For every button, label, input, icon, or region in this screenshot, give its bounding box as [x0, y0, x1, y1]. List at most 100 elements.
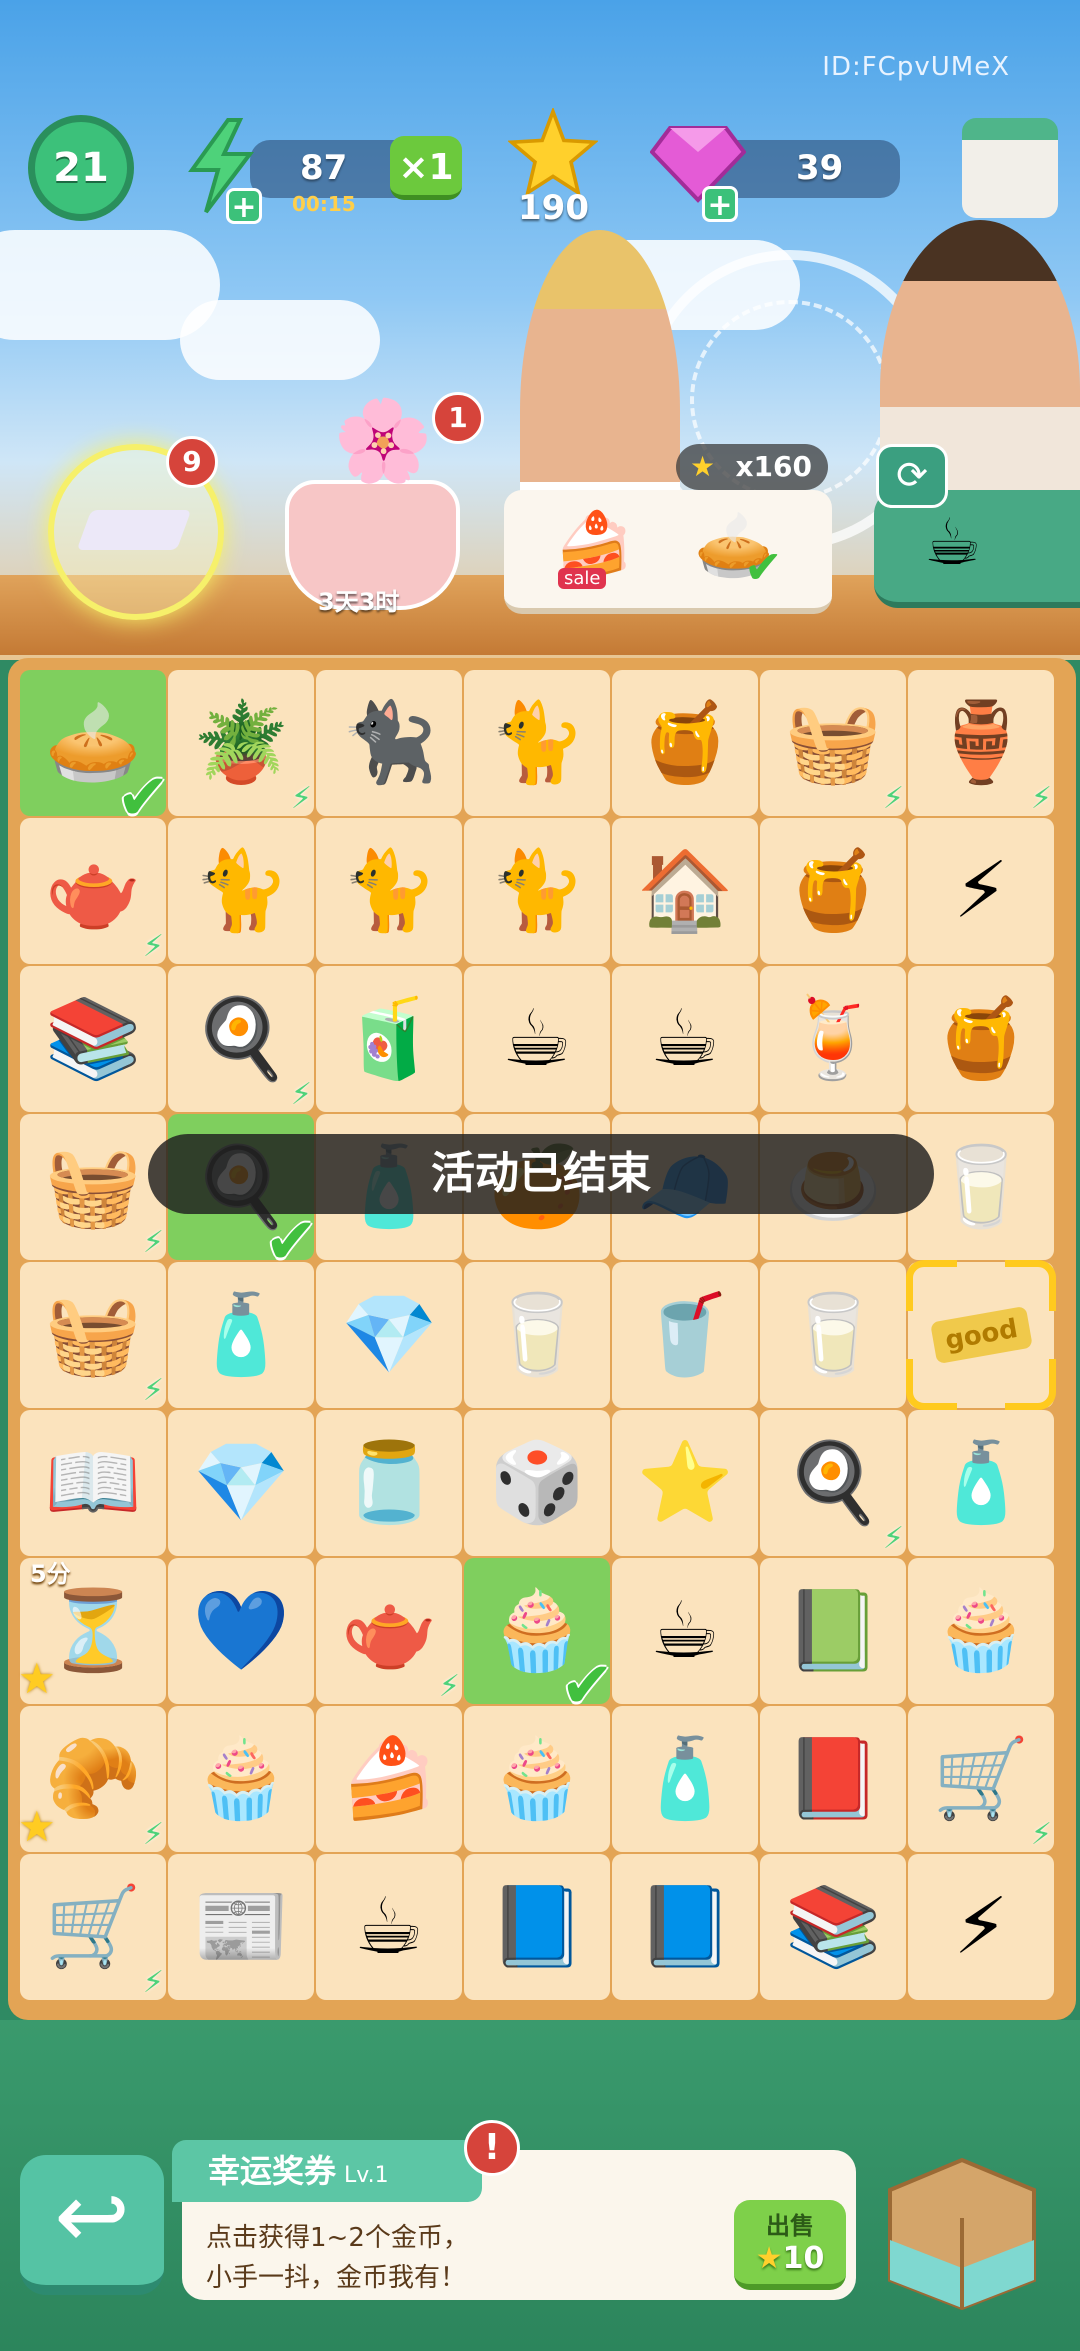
sell-button[interactable]: 出售 ★10	[734, 2200, 846, 2290]
board-cell-tabby-cat[interactable]: 🐈	[464, 670, 610, 816]
refresh-button[interactable]: ⟳	[876, 444, 948, 508]
board-cell-green-stove[interactable]: 🍳 ⚡	[168, 966, 314, 1112]
board-cell-green-toaster[interactable]: 🧃	[316, 966, 462, 1112]
add-energy-button[interactable]: +	[226, 188, 262, 225]
board-cell-cat-shelf[interactable]: 🧺 ⚡	[20, 1114, 166, 1260]
board-cell-energy-bolt[interactable]: ⚡	[908, 818, 1054, 964]
board-cell-picture-book[interactable]: 📗	[760, 1558, 906, 1704]
board-cell-bee-house[interactable]: 🏠	[612, 818, 758, 964]
pink-cupcake-icon: 🧁	[192, 1734, 290, 1824]
board-cell-takeaway-coffee[interactable]: ☕	[316, 1854, 462, 2000]
board-cell-matcha-cupcake[interactable]: 🧁	[908, 1558, 1054, 1704]
board-cell-coffee-cup[interactable]: ☕	[612, 1558, 758, 1704]
coffee-cup-icon: ☕	[650, 1586, 720, 1676]
add-gems-button[interactable]: +	[702, 186, 738, 223]
board-cell-book-cart-2[interactable]: 🛒 ⚡	[20, 1854, 166, 2000]
board-cell-blue-book-2[interactable]: 📘	[612, 1854, 758, 2000]
board-cell-fruit-basket[interactable]: 🧺 ⚡	[760, 670, 906, 816]
gem-value: 39	[796, 148, 844, 188]
picture-book-icon: 📗	[784, 1586, 882, 1676]
order-panel[interactable]: 🍰 sale 🥧 ✔	[504, 490, 832, 614]
blue-bag-icon: 💙	[192, 1586, 290, 1676]
paper-cup-icon: 🥤	[636, 1290, 734, 1380]
generator-bolt-icon: ⚡	[882, 1521, 904, 1556]
board-cell-calico-cat[interactable]: 🐈	[464, 818, 610, 964]
honeycomb-2-icon: 🍯	[932, 994, 1030, 1084]
board-cell-paper-cup[interactable]: 🥤	[612, 1262, 758, 1408]
star-icon: ★	[690, 450, 716, 483]
board-cell-tea-tray[interactable]: 🫖 ⚡	[20, 818, 166, 964]
shop-button[interactable]	[962, 118, 1058, 218]
board-cell-blue-bag[interactable]: 💙	[168, 1558, 314, 1704]
board-cell-cat-bed[interactable]: 🏺 ⚡	[908, 670, 1054, 816]
board-cell-milk-carton[interactable]: 🥛	[464, 1262, 610, 1408]
board-cell-blue-book[interactable]: 📘	[464, 1854, 610, 2000]
board-cell-green-oven[interactable]: 🍳 ⚡	[760, 1410, 906, 1556]
desc-line-2: 小手一抖，金币我有！	[206, 2263, 467, 2293]
popup-book-icon: 📖	[44, 1438, 142, 1528]
board-cell-book-cart[interactable]: 🛒 ⚡	[908, 1706, 1054, 1852]
board-cell-cake-slice[interactable]: 🍰	[316, 1706, 462, 1852]
board-cell-cherry-cupcake[interactable]: 🧁 ✔	[464, 1558, 614, 1718]
book-cart-icon: 🛒	[932, 1734, 1030, 1824]
board-cell-pink-cupcake[interactable]: 🧁	[168, 1706, 314, 1852]
inventory-box-button[interactable]	[880, 2140, 1044, 2310]
board-cell-tea-set[interactable]: 🫖 ⚡	[316, 1558, 462, 1704]
board-cell-energy-pile[interactable]: ⚡	[908, 1854, 1054, 2000]
green-stove-icon: 🍳	[192, 994, 290, 1084]
honey-jar-icon: 🍯	[784, 846, 882, 936]
generator-bolt-icon: ⚡	[290, 781, 312, 816]
board-cell-potted-plant[interactable]: 🪴 ⚡	[168, 670, 314, 816]
board-cell-veggie-basket[interactable]: 🧺 ⚡	[20, 1262, 166, 1408]
board-cell-tea-cup[interactable]: ☕	[464, 966, 610, 1112]
bread-basket-icon: 🥐	[44, 1734, 142, 1824]
energy-pile-icon: ⚡	[953, 1882, 1009, 1972]
board-cell-fruit-pie[interactable]: 🥧 ✔	[20, 670, 170, 830]
board-cell-brown-cat[interactable]: 🐈	[168, 818, 314, 964]
board-cell-coffee-mug[interactable]: ☕	[612, 966, 758, 1112]
item-name: 幸运奖券	[208, 2152, 337, 2190]
multiplier-button[interactable]: ×1	[390, 136, 462, 200]
event-ended-banner: 活动已结束	[148, 1134, 934, 1214]
pink-gems-icon: 💎	[340, 1290, 438, 1380]
board-cell-candy-jar[interactable]: 🫙	[316, 1410, 462, 1556]
board-cell-small-bottle[interactable]: 🧴	[168, 1262, 314, 1408]
books-stack-icon: 📚	[44, 994, 142, 1084]
board-cell-hourglass[interactable]: ⏳ ★ 5分	[18, 1558, 166, 1704]
board-cell-black-cat[interactable]: 🐈‍⬛	[316, 670, 462, 816]
info-alert-badge[interactable]: !	[464, 2120, 520, 2176]
board-cell-honey-jar[interactable]: 🍯	[760, 818, 906, 964]
board-cell-gem-pile[interactable]: 💎	[168, 1410, 314, 1556]
board-cell-good-ticket[interactable]: good	[906, 1260, 1056, 1410]
coffee-mug-icon: ☕	[650, 994, 720, 1084]
board-cell-glass[interactable]: 🥛	[760, 1262, 906, 1408]
coffee-order-icon: ☕	[924, 506, 982, 580]
bee-house-icon: 🏠	[636, 846, 734, 936]
cat-bed-icon: 🏺	[932, 698, 1030, 788]
board-cell-honeycomb[interactable]: 🍯	[612, 670, 758, 816]
level-badge[interactable]: 21	[28, 115, 134, 221]
star-icon	[508, 108, 598, 197]
back-button[interactable]: ↩	[20, 2155, 164, 2295]
board-cell-star-pile[interactable]: ⭐	[612, 1410, 758, 1556]
board-cell-books-stack[interactable]: 📚	[20, 966, 166, 1112]
board-cell-book-pile[interactable]: 📚	[760, 1854, 906, 2000]
board-cell-pink-gems[interactable]: 💎	[316, 1262, 462, 1408]
board-cell-flower-perfume[interactable]: 🧴	[612, 1706, 758, 1852]
board-cell-siamese-cat[interactable]: 🐈	[316, 818, 462, 964]
board-cell-honeycomb-2[interactable]: 🍯	[908, 966, 1054, 1112]
board-cell-green-cupcake[interactable]: 🧁	[464, 1706, 610, 1852]
matcha-cupcake-icon: 🧁	[932, 1586, 1030, 1676]
generator-bolt-icon: ⚡	[290, 1077, 312, 1112]
item-title: 幸运奖券 Lv.1	[172, 2140, 482, 2202]
green-toaster-icon: 🧃	[340, 994, 438, 1084]
board-cell-board-game[interactable]: 🎲	[464, 1410, 610, 1556]
board-cell-perfume[interactable]: 🧴	[908, 1410, 1054, 1556]
board-cell-lemonade[interactable]: 🍹	[760, 966, 906, 1112]
reward-value: x160	[735, 450, 812, 483]
generator-bolt-icon: ⚡	[1030, 781, 1052, 816]
board-cell-red-book[interactable]: 📕	[760, 1706, 906, 1852]
board-cell-popup-book[interactable]: 📖	[20, 1410, 166, 1556]
board-cell-newspaper[interactable]: 📰	[168, 1854, 314, 2000]
board-cell-bread-basket[interactable]: 🥐 ⚡ ★	[18, 1706, 166, 1852]
